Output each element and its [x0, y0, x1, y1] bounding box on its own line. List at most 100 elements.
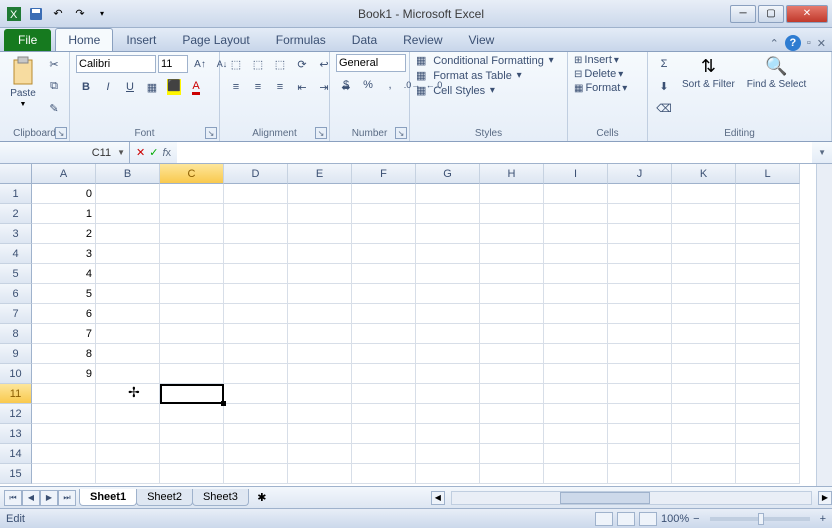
- close-button[interactable]: ✕: [786, 5, 828, 23]
- cell-A4[interactable]: 3: [32, 244, 96, 264]
- cell-H7[interactable]: [480, 304, 544, 324]
- alignment-launcher[interactable]: ↘: [315, 127, 327, 139]
- cell-L6[interactable]: [736, 284, 800, 304]
- font-launcher[interactable]: ↘: [205, 127, 217, 139]
- cell-A14[interactable]: [32, 444, 96, 464]
- insert-sheet-icon[interactable]: ✱: [253, 490, 271, 506]
- cancel-formula-icon[interactable]: ✕: [136, 146, 145, 159]
- cell-I3[interactable]: [544, 224, 608, 244]
- cell-A15[interactable]: [32, 464, 96, 484]
- cell-E5[interactable]: [288, 264, 352, 284]
- cell-I9[interactable]: [544, 344, 608, 364]
- cell-L11[interactable]: [736, 384, 800, 404]
- cell-A12[interactable]: [32, 404, 96, 424]
- cell-A10[interactable]: 9: [32, 364, 96, 384]
- cell-C13[interactable]: [160, 424, 224, 444]
- cell-D3[interactable]: [224, 224, 288, 244]
- format-as-table-button[interactable]: ▦ Format as Table ▾: [416, 69, 522, 82]
- cell-I15[interactable]: [544, 464, 608, 484]
- cell-E7[interactable]: [288, 304, 352, 324]
- cell-D5[interactable]: [224, 264, 288, 284]
- accounting-icon[interactable]: $: [336, 75, 356, 95]
- column-header-F[interactable]: F: [352, 164, 416, 184]
- cell-L5[interactable]: [736, 264, 800, 284]
- cell-J6[interactable]: [608, 284, 672, 304]
- cell-K11[interactable]: [672, 384, 736, 404]
- cell-G7[interactable]: [416, 304, 480, 324]
- cell-C4[interactable]: [160, 244, 224, 264]
- cell-L12[interactable]: [736, 404, 800, 424]
- cell-L1[interactable]: [736, 184, 800, 204]
- delete-cells-button[interactable]: ⊟ Delete ▾: [574, 68, 623, 80]
- cell-L4[interactable]: [736, 244, 800, 264]
- cell-C9[interactable]: [160, 344, 224, 364]
- decrease-indent-icon[interactable]: ⇤: [292, 77, 312, 97]
- sheet-nav-first[interactable]: ⏮: [4, 490, 22, 506]
- cell-I10[interactable]: [544, 364, 608, 384]
- column-header-D[interactable]: D: [224, 164, 288, 184]
- cell-A13[interactable]: [32, 424, 96, 444]
- cell-J4[interactable]: [608, 244, 672, 264]
- cell-H15[interactable]: [480, 464, 544, 484]
- hscroll-thumb[interactable]: [560, 492, 650, 504]
- cell-F3[interactable]: [352, 224, 416, 244]
- tab-insert[interactable]: Insert: [113, 28, 169, 51]
- cell-A8[interactable]: 7: [32, 324, 96, 344]
- cell-I1[interactable]: [544, 184, 608, 204]
- cell-H9[interactable]: [480, 344, 544, 364]
- undo-icon[interactable]: ↶: [48, 4, 68, 24]
- cell-K1[interactable]: [672, 184, 736, 204]
- orientation-icon[interactable]: ⟳: [292, 54, 312, 74]
- cells-area[interactable]: ✢ 0123456789: [32, 184, 800, 484]
- align-center-icon[interactable]: ≡: [248, 77, 268, 97]
- tab-formulas[interactable]: Formulas: [263, 28, 339, 51]
- cell-H3[interactable]: [480, 224, 544, 244]
- row-header-9[interactable]: 9: [0, 344, 32, 364]
- save-icon[interactable]: [26, 4, 46, 24]
- cell-F12[interactable]: [352, 404, 416, 424]
- cell-J8[interactable]: [608, 324, 672, 344]
- cell-B3[interactable]: [96, 224, 160, 244]
- horizontal-scrollbar[interactable]: [451, 491, 812, 505]
- conditional-formatting-button[interactable]: ▦ Conditional Formatting ▾: [416, 54, 554, 67]
- vertical-scrollbar[interactable]: [816, 164, 832, 486]
- cell-C11[interactable]: [160, 384, 224, 404]
- cell-L9[interactable]: [736, 344, 800, 364]
- fill-icon[interactable]: ⬇: [654, 76, 674, 96]
- cell-C10[interactable]: [160, 364, 224, 384]
- cell-B4[interactable]: [96, 244, 160, 264]
- cell-K12[interactable]: [672, 404, 736, 424]
- tab-data[interactable]: Data: [339, 28, 390, 51]
- sheet-tab-3[interactable]: Sheet3: [192, 489, 249, 506]
- align-right-icon[interactable]: ≡: [270, 77, 290, 97]
- find-select-button[interactable]: 🔍 Find & Select: [743, 54, 810, 92]
- cell-H5[interactable]: [480, 264, 544, 284]
- name-box-dropdown-icon[interactable]: ▼: [117, 148, 125, 157]
- cell-K13[interactable]: [672, 424, 736, 444]
- cell-G5[interactable]: [416, 264, 480, 284]
- cell-B11[interactable]: [96, 384, 160, 404]
- cell-A6[interactable]: 5: [32, 284, 96, 304]
- cell-E9[interactable]: [288, 344, 352, 364]
- cell-B6[interactable]: [96, 284, 160, 304]
- cell-F5[interactable]: [352, 264, 416, 284]
- cell-I12[interactable]: [544, 404, 608, 424]
- hscroll-left[interactable]: ◀: [431, 491, 445, 505]
- fx-icon[interactable]: fx: [162, 147, 171, 159]
- cell-E3[interactable]: [288, 224, 352, 244]
- cell-L15[interactable]: [736, 464, 800, 484]
- cell-J12[interactable]: [608, 404, 672, 424]
- row-header-1[interactable]: 1: [0, 184, 32, 204]
- cell-J15[interactable]: [608, 464, 672, 484]
- cell-A2[interactable]: 1: [32, 204, 96, 224]
- cell-D14[interactable]: [224, 444, 288, 464]
- cell-B9[interactable]: [96, 344, 160, 364]
- cell-F9[interactable]: [352, 344, 416, 364]
- zoom-thumb[interactable]: [758, 513, 764, 525]
- row-header-3[interactable]: 3: [0, 224, 32, 244]
- restore-window-icon[interactable]: ▫: [807, 37, 811, 49]
- page-layout-view-icon[interactable]: [617, 512, 635, 526]
- cell-H10[interactable]: [480, 364, 544, 384]
- column-header-H[interactable]: H: [480, 164, 544, 184]
- cell-F2[interactable]: [352, 204, 416, 224]
